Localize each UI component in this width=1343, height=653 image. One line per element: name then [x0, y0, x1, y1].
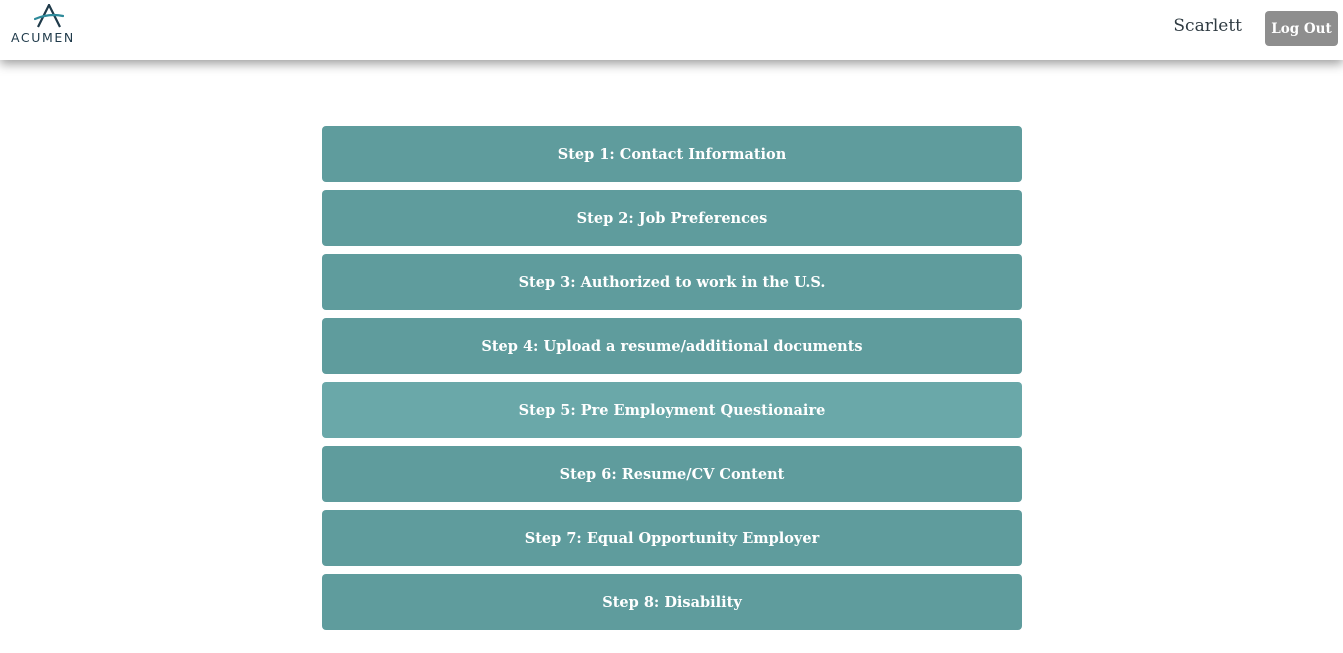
step-8-button[interactable]: Step 8: Disability [322, 574, 1022, 630]
step-7-button[interactable]: Step 7: Equal Opportunity Employer [322, 510, 1022, 566]
logout-button[interactable]: Log Out [1265, 11, 1338, 46]
step-1-button[interactable]: Step 1: Contact Information [322, 126, 1022, 182]
step-2-button[interactable]: Step 2: Job Preferences [322, 190, 1022, 246]
application-steps-list: Step 1: Contact Information Step 2: Job … [322, 126, 1022, 638]
username-label: Scarlett [1173, 16, 1242, 36]
step-3-button[interactable]: Step 3: Authorized to work in the U.S. [322, 254, 1022, 310]
acumen-logo[interactable]: ACUMEN [10, 4, 86, 46]
step-4-button[interactable]: Step 4: Upload a resume/additional docum… [322, 318, 1022, 374]
logo-text: ACUMEN [11, 30, 75, 45]
step-6-button[interactable]: Step 6: Resume/CV Content [322, 446, 1022, 502]
top-header: ACUMEN Scarlett Log Out [0, 0, 1343, 60]
acumen-logo-icon [34, 4, 64, 28]
step-5-button[interactable]: Step 5: Pre Employment Questionaire [322, 382, 1022, 438]
